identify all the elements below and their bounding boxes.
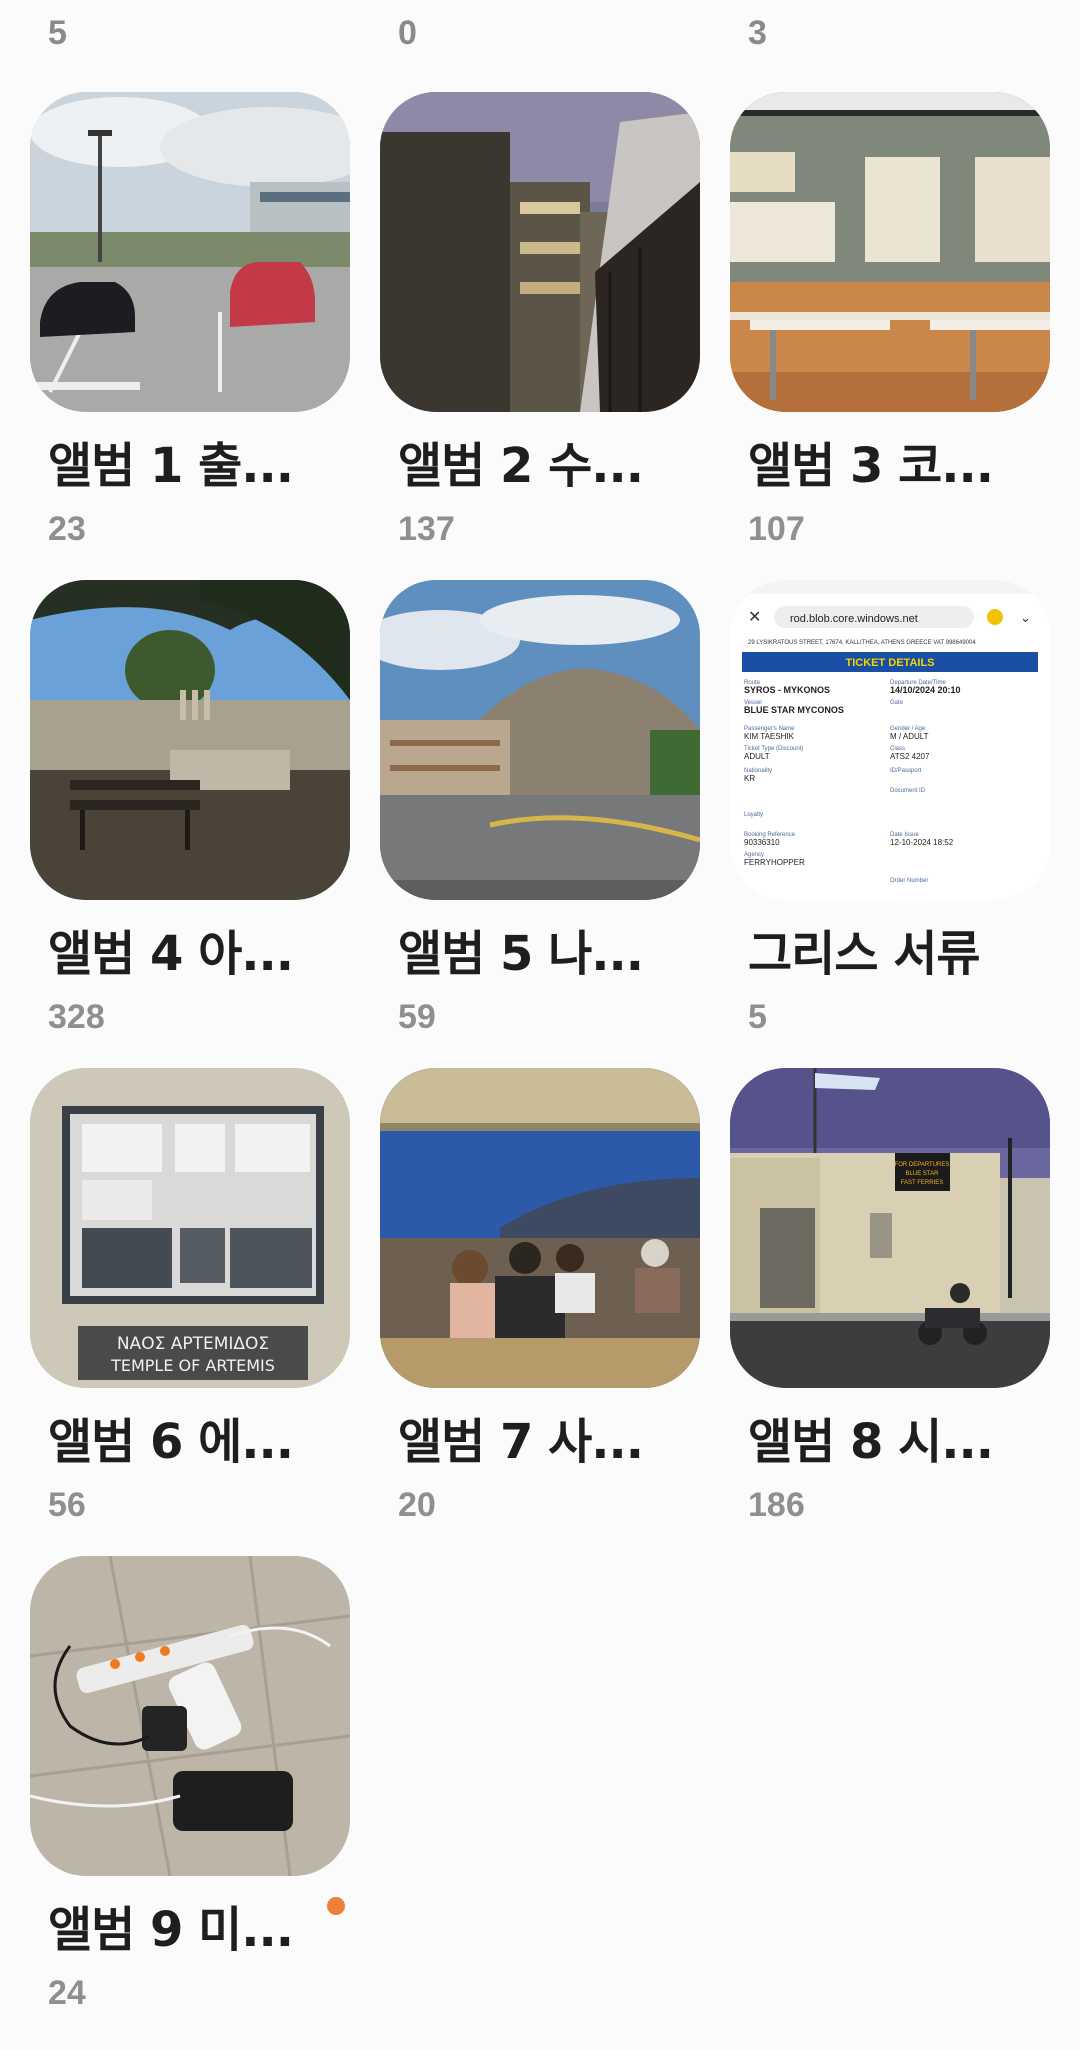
album-thumbnail[interactable]	[380, 92, 700, 412]
album-count: 56	[48, 1486, 86, 1524]
album-tile[interactable]: 앨범 9 미... 24	[30, 1556, 350, 2044]
album-tile[interactable]: ΝΑΟΣ ΑΡΤΕΜΙΔΟΣ TEMPLE OF ARTEMIS 앨범 6 에.…	[30, 1068, 350, 1556]
album-title: 앨범 2 수...	[398, 438, 644, 494]
ticket-value: ATS2 4207	[890, 752, 930, 761]
ticket-value: M / ADULT	[890, 732, 929, 741]
album-count: 24	[48, 1974, 86, 2012]
ticket-screenshot: ✕ rod.blob.core.windows.net ⌄ 29 LYSIKRA…	[730, 580, 1050, 900]
temple-poster-photo: ΝΑΟΣ ΑΡΤΕΜΙΔΟΣ TEMPLE OF ARTEMIS	[30, 1068, 350, 1388]
album-count: 23	[48, 510, 86, 548]
album-title: 앨범 3 코...	[748, 438, 994, 494]
port-sign-text: BLUE STAR	[906, 1171, 940, 1177]
album-tile[interactable]: ✕ rod.blob.core.windows.net ⌄ 29 LYSIKRA…	[730, 580, 1050, 1068]
new-badge-dot	[327, 1897, 345, 1915]
album-grid: 앨범 1 출... 23 앨범 2 수... 137 앨범 3 코... 107…	[30, 92, 1050, 2044]
port-sign-text: FOR DEPARTURES	[895, 1162, 950, 1168]
album-count: 0	[398, 14, 417, 52]
hill-town-photo	[380, 580, 700, 900]
album-count: 107	[748, 510, 805, 548]
album-title: 앨범 5 나...	[398, 926, 644, 982]
album-title: 앨범 4 아...	[48, 926, 294, 982]
ticket-label: Gate	[890, 700, 904, 706]
album-thumbnail[interactable]: ✕ rod.blob.core.windows.net ⌄ 29 LYSIKRA…	[730, 580, 1050, 900]
album-thumbnail[interactable]	[30, 1556, 350, 1876]
album-tile[interactable]: 앨범 7 사... 20	[380, 1068, 700, 1556]
ticket-url: rod.blob.core.windows.net	[790, 613, 918, 625]
ruins-photo	[30, 580, 350, 900]
album-tile[interactable]: 앨범 1 출... 23	[30, 92, 350, 580]
album-title: 앨범 6 에...	[48, 1414, 294, 1470]
ticket-value: KR	[744, 774, 755, 783]
album-count: 59	[398, 998, 436, 1036]
port-building-photo: FOR DEPARTURES BLUE STAR FAST FERRIES	[730, 1068, 1050, 1388]
ticket-value: 90336310	[744, 838, 780, 847]
chargers-photo	[30, 1556, 350, 1876]
port-sign-text: FAST FERRIES	[901, 1180, 944, 1186]
close-icon: ✕	[748, 609, 761, 626]
ticket-value: SYROS - MYKONOS	[744, 685, 830, 695]
album-title: 앨범 1 출...	[48, 438, 294, 494]
album-tile[interactable]: 앨범 3 코... 107	[730, 92, 1050, 580]
ticket-value: ADULT	[744, 752, 770, 761]
album-title: 앨범 9 미...	[48, 1902, 294, 1958]
album-title: 앨범 8 시...	[748, 1414, 994, 1470]
album-title: 그리스 서류	[748, 926, 981, 982]
album-count: 20	[398, 1486, 436, 1524]
album-count: 186	[748, 1486, 805, 1524]
ticket-label: Order Number	[890, 878, 928, 884]
museum-room-photo	[730, 92, 1050, 412]
album-thumbnail[interactable]: ΝΑΟΣ ΑΡΤΕΜΙΔΟΣ TEMPLE OF ARTEMIS	[30, 1068, 350, 1388]
album-tile[interactable]: 앨범 4 아... 328	[30, 580, 350, 1068]
album-title: 앨범 7 사...	[398, 1414, 644, 1470]
ticket-value: KIM TAESHIK	[744, 732, 795, 741]
album-tile[interactable]: 앨범 2 수... 137	[380, 92, 700, 580]
album-tile[interactable]: FOR DEPARTURES BLUE STAR FAST FERRIES 앨범…	[730, 1068, 1050, 1556]
chevron-down-icon: ⌄	[1020, 610, 1031, 625]
ticket-address: 29 LYSIKRATOUS STREET, 17674, KALLITHEA,…	[748, 640, 976, 646]
album-count: 5	[748, 998, 767, 1036]
album-thumbnail[interactable]	[30, 580, 350, 900]
parking-lot-photo	[30, 92, 350, 412]
poster-english-text: TEMPLE OF ARTEMIS	[110, 1356, 275, 1375]
ticket-value: 14/10/2024 20:10	[890, 685, 961, 695]
ticket-label: Loyalty	[744, 812, 763, 818]
dinner-terrace-photo	[380, 1068, 700, 1388]
ticket-label: ID/Passport	[890, 768, 922, 774]
ticket-value: 12-10-2024 18:52	[890, 838, 954, 847]
extension-icon	[987, 609, 1003, 625]
album-thumbnail[interactable]: FOR DEPARTURES BLUE STAR FAST FERRIES	[730, 1068, 1050, 1388]
album-thumbnail[interactable]	[730, 92, 1050, 412]
album-count: 137	[398, 510, 455, 548]
poster-greek-text: ΝΑΟΣ ΑΡΤΕΜΙΔΟΣ	[117, 1334, 269, 1354]
album-thumbnail[interactable]	[30, 92, 350, 412]
album-thumbnail[interactable]	[380, 580, 700, 900]
album-count: 328	[48, 998, 105, 1036]
ticket-heading: TICKET DETAILS	[845, 657, 934, 669]
album-count: 3	[748, 14, 767, 52]
ticket-label: Document ID	[890, 788, 926, 794]
album-count: 5	[48, 14, 67, 52]
street-buildings-photo	[380, 92, 700, 412]
ticket-value: FERRYHOPPER	[744, 858, 805, 867]
album-tile[interactable]: 앨범 5 나... 59	[380, 580, 700, 1068]
ticket-value: BLUE STAR MYCONOS	[744, 705, 844, 715]
album-thumbnail[interactable]	[380, 1068, 700, 1388]
